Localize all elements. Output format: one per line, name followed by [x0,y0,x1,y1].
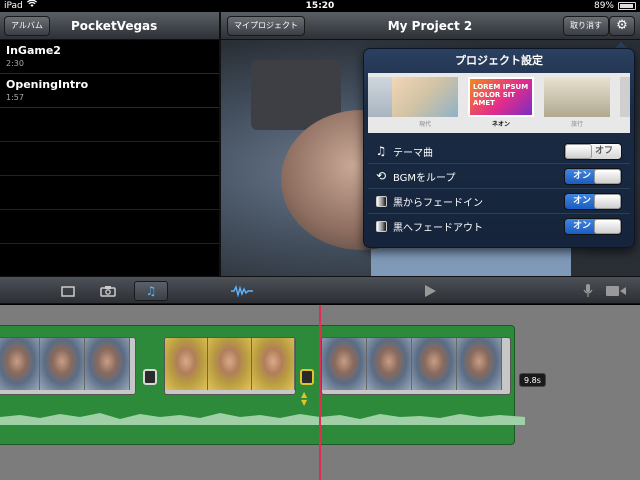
clip-duration: 1:57 [6,93,24,102]
timeline-clip[interactable] [321,337,511,395]
setting-label: 黒からフェードイン [393,197,483,209]
clip-frame [412,338,457,390]
playhead[interactable] [319,305,321,480]
toggle-state: オン [573,170,592,181]
project-settings-popover: プロジェクト設定 LOREM IPSUM DOLOR SIT AMET 現代 ネ… [363,48,635,248]
project-title: My Project 2 [387,19,473,33]
setting-row-fade-out: 黒へフェードアウト オン [368,214,630,239]
video-icon[interactable] [56,281,80,301]
setting-row-theme-music: ♫ テーマ曲 オフ [368,139,630,164]
status-bar: iPad 15:20 89% [0,0,640,12]
clip-frame [208,338,252,390]
empty-row [0,108,219,142]
empty-row [0,142,219,176]
clip-frames [0,338,135,390]
library-title: PocketVegas [71,19,158,33]
toggle-knob [594,193,621,209]
transition-icon[interactable] [143,369,157,385]
theme-label-modern: 現代 [418,121,431,128]
video-camera-icon[interactable] [604,281,628,301]
clock: 15:20 [305,1,335,11]
setting-label: BGMをループ [393,172,456,184]
toggle-knob [594,168,621,184]
settings-list: ♫ テーマ曲 オフ ⟲ BGMをループ オン 黒からフェードイン オン 黒へフェ… [368,139,630,239]
loop-icon: ⟲ [375,169,387,183]
music-note-icon: ♫ [375,144,387,158]
theme-thumb-neon[interactable]: LOREM IPSUM DOLOR SIT AMET [468,77,534,117]
audio-waveform [0,413,525,425]
clip-duration: 2:30 [6,59,24,68]
top-toolbar: アルバム PocketVegas マイプロジェクト My Project 2 取… [0,12,640,40]
clip-frame [0,338,40,390]
music-note-icon[interactable]: ♫ [134,281,168,301]
clip-frame [367,338,412,390]
setting-label: 黒へフェードアウト [393,223,483,234]
theme-thumb-modern[interactable] [392,77,458,117]
toggle-knob [565,143,592,159]
undo-button[interactable]: 取り消す [563,16,609,36]
clip-frame [251,338,295,390]
loop-bgm-toggle[interactable]: オン [564,167,622,185]
clip-library: InGame2 2:30 OpeningIntro 1:57 [0,40,219,276]
gear-icon[interactable]: ⚙ [609,16,635,36]
fade-from-black-icon [374,194,388,208]
timeline-clip[interactable] [164,337,296,395]
clip-frame [322,338,367,390]
waveform-icon[interactable] [230,281,254,301]
battery-icon [618,2,636,10]
theme-label-neon: ネオン [491,121,510,128]
fade-out-toggle[interactable]: オン [564,218,622,235]
empty-row [0,176,219,210]
theme-picker: LOREM IPSUM DOLOR SIT AMET 現代 ネオン 旅行 [368,73,630,133]
toggle-state: オン [573,195,592,206]
theme-preview-text: LOREM IPSUM DOLOR SIT AMET [473,83,529,107]
popover-title: プロジェクト設定 [455,54,543,67]
my-projects-button[interactable]: マイプロジェクト [227,16,305,36]
clip-frame [457,338,502,390]
list-item[interactable]: InGame2 2:30 [0,40,219,74]
clip-name: InGame2 [6,44,61,57]
play-icon[interactable] [420,281,440,301]
toggle-state: オフ [594,145,613,156]
media-control-bar: ♫ [0,276,640,304]
theme-thumb-travel[interactable] [544,77,610,117]
clip-frame [40,338,85,390]
timeline-clip[interactable] [0,337,136,395]
microphone-icon[interactable] [580,281,596,301]
list-item[interactable]: OpeningIntro 1:57 [0,74,219,108]
setting-row-loop-bgm: ⟲ BGMをループ オン [368,164,630,189]
empty-row [0,210,219,244]
theme-music-toggle[interactable]: オフ [564,142,622,160]
battery-percent: 89% [593,1,614,11]
camera-icon[interactable] [96,281,120,301]
setting-row-fade-in: 黒からフェードイン オン [368,189,630,214]
clip-frames [165,338,295,390]
clip-frame [165,338,209,390]
toggle-knob [594,219,621,234]
fade-to-black-icon [374,220,388,234]
clip-name: OpeningIntro [6,78,89,91]
toggle-state: オン [573,221,592,231]
album-back-button[interactable]: アルバム [4,16,50,36]
project-timeline[interactable]: ▲ ▼ 9.8s [0,305,640,480]
theme-label-travel: 旅行 [570,121,583,128]
clip-frames [322,338,510,390]
fade-in-toggle[interactable]: オン [564,192,622,210]
clip-frame [85,338,130,390]
project-duration-badge: 9.8s [519,373,546,387]
theme-thumb-next[interactable] [620,77,630,117]
setting-label: テーマ曲 [393,147,433,159]
transition-icon[interactable] [300,369,314,385]
